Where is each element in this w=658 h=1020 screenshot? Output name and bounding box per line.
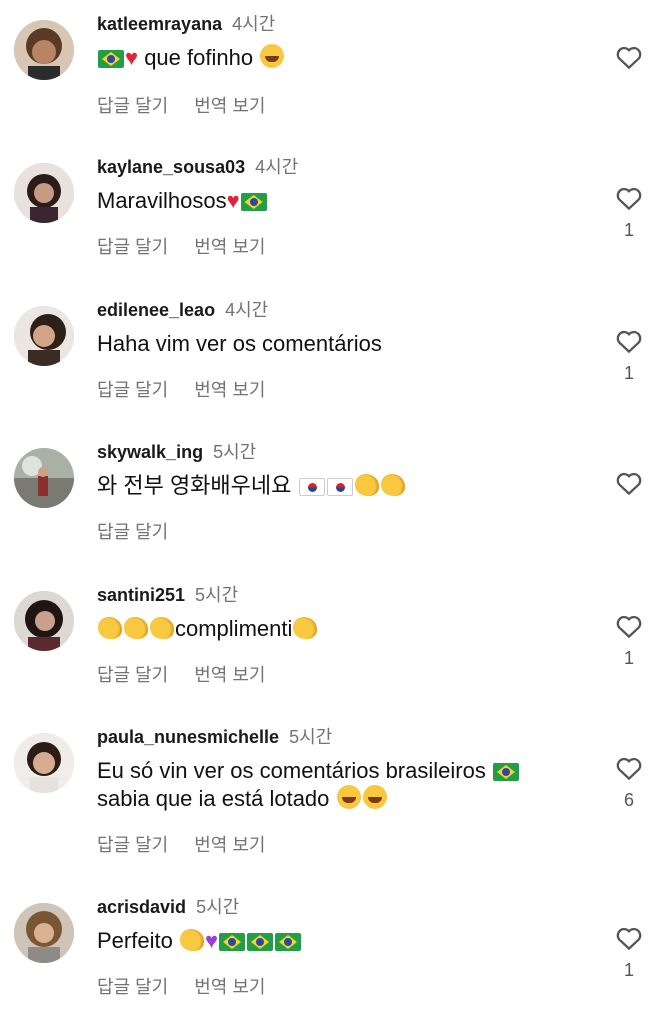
like-count: 1 xyxy=(623,648,634,668)
like-count: 1 xyxy=(623,220,634,240)
heart-outline-icon[interactable] xyxy=(612,183,646,213)
comment-actions: 답글 달기 번역 보기 xyxy=(97,92,292,118)
comment-actions: 답글 달기 xyxy=(97,518,194,544)
avatar[interactable] xyxy=(14,163,74,223)
like-count: 1 xyxy=(623,960,634,980)
red-heart-emoji: ♥ xyxy=(125,45,139,70)
translate-button[interactable]: 번역 보기 xyxy=(194,835,265,855)
flag-brazil-emoji xyxy=(240,193,267,211)
flag-korea-emoji xyxy=(326,478,353,496)
purple-heart-emoji: ♥ xyxy=(204,928,219,953)
timestamp: 4시간 xyxy=(225,300,269,320)
heart-outline-icon[interactable] xyxy=(612,753,646,783)
username[interactable]: katleemrayana xyxy=(97,14,222,34)
flag-brazil-emoji xyxy=(492,763,519,781)
translate-button[interactable]: 번역 보기 xyxy=(194,665,265,685)
heart-outline-icon[interactable] xyxy=(612,42,646,72)
translate-button[interactable]: 번역 보기 xyxy=(194,977,265,997)
like-count: 6 xyxy=(623,790,634,810)
username[interactable]: skywalk_ing xyxy=(97,442,203,462)
reply-button[interactable]: 답글 달기 xyxy=(97,237,168,257)
comment-actions: 답글 달기 번역 보기 xyxy=(97,831,292,857)
clapping-hands-emoji xyxy=(354,474,379,496)
reply-button[interactable]: 답글 달기 xyxy=(97,380,168,400)
comment-meta: acrisdavid 5시간 xyxy=(97,893,239,919)
comment-meta: edilenee_leao 4시간 xyxy=(97,296,268,322)
timestamp: 5시간 xyxy=(196,897,240,917)
comment-text: Eu só vin ver os comentários brasileiros… xyxy=(97,757,520,813)
smiling-hearts-face-emoji xyxy=(260,44,285,68)
laughing-face-emoji xyxy=(362,785,387,809)
heart-outline-icon[interactable] xyxy=(612,923,646,953)
flag-korea-emoji xyxy=(298,478,325,496)
comment-text: 와 전부 영화배우네요 xyxy=(97,472,406,500)
comment-meta: katleemrayana 4시간 xyxy=(97,10,275,36)
avatar[interactable] xyxy=(14,591,74,651)
reply-button[interactable]: 답글 달기 xyxy=(97,522,168,542)
translate-button[interactable]: 번역 보기 xyxy=(194,237,265,257)
clapping-hands-emoji xyxy=(179,929,204,951)
reply-button[interactable]: 답글 달기 xyxy=(97,96,168,116)
comment-actions: 답글 달기 번역 보기 xyxy=(97,661,292,687)
comment-text: Perfeito ♥ xyxy=(97,927,302,955)
flag-brazil-emoji xyxy=(247,933,274,951)
comment-meta: santini251 5시간 xyxy=(97,581,238,607)
comment-text: ♥ que fofinho xyxy=(97,44,285,72)
comment-text: Haha vim ver os comentários xyxy=(97,331,382,356)
red-heart-emoji: ♥ xyxy=(226,188,240,213)
clapping-hands-emoji xyxy=(98,617,122,639)
avatar[interactable] xyxy=(14,733,74,793)
comment-actions: 답글 달기 번역 보기 xyxy=(97,973,292,999)
clapping-hands-emoji xyxy=(150,617,174,639)
flag-brazil-emoji xyxy=(219,933,246,951)
flag-brazil-emoji xyxy=(275,933,302,951)
comment-meta: paula_nunesmichelle 5시간 xyxy=(97,723,332,749)
avatar[interactable] xyxy=(14,448,74,508)
timestamp: 5시간 xyxy=(195,585,239,605)
clapping-hands-emoji xyxy=(293,617,318,639)
avatar[interactable] xyxy=(14,306,74,366)
laughing-face-emoji xyxy=(336,785,361,809)
username[interactable]: kaylane_sousa03 xyxy=(97,157,245,177)
reply-button[interactable]: 답글 달기 xyxy=(97,977,168,997)
comment-text: Maravilhosos♥ xyxy=(97,187,268,215)
like-count: 1 xyxy=(623,363,634,383)
username[interactable]: santini251 xyxy=(97,585,185,605)
username[interactable]: edilenee_leao xyxy=(97,300,215,320)
username[interactable]: paula_nunesmichelle xyxy=(97,727,279,747)
username[interactable]: acrisdavid xyxy=(97,897,186,917)
comment-actions: 답글 달기 번역 보기 xyxy=(97,376,292,402)
clapping-hands-emoji xyxy=(380,474,405,496)
translate-button[interactable]: 번역 보기 xyxy=(194,380,265,400)
comments-list: katleemrayana 4시간 ♥ que fofinho 답글 달기 번역 보… xyxy=(0,0,658,1020)
timestamp: 4시간 xyxy=(255,157,299,177)
reply-button[interactable]: 답글 달기 xyxy=(97,665,168,685)
reply-button[interactable]: 답글 달기 xyxy=(97,835,168,855)
heart-outline-icon[interactable] xyxy=(612,326,646,356)
heart-outline-icon[interactable] xyxy=(612,468,646,498)
comment-text: complimenti xyxy=(97,615,318,643)
timestamp: 5시간 xyxy=(213,442,257,462)
translate-button[interactable]: 번역 보기 xyxy=(194,96,265,116)
avatar[interactable] xyxy=(14,20,74,80)
timestamp: 5시간 xyxy=(289,727,333,747)
flag-brazil-emoji xyxy=(98,50,124,68)
timestamp: 4시간 xyxy=(232,14,276,34)
comment-actions: 답글 달기 번역 보기 xyxy=(97,233,292,259)
clapping-hands-emoji xyxy=(124,617,148,639)
avatar[interactable] xyxy=(14,903,74,963)
comment-meta: skywalk_ing 5시간 xyxy=(97,438,256,464)
comment-meta: kaylane_sousa03 4시간 xyxy=(97,153,298,179)
heart-outline-icon[interactable] xyxy=(612,611,646,641)
